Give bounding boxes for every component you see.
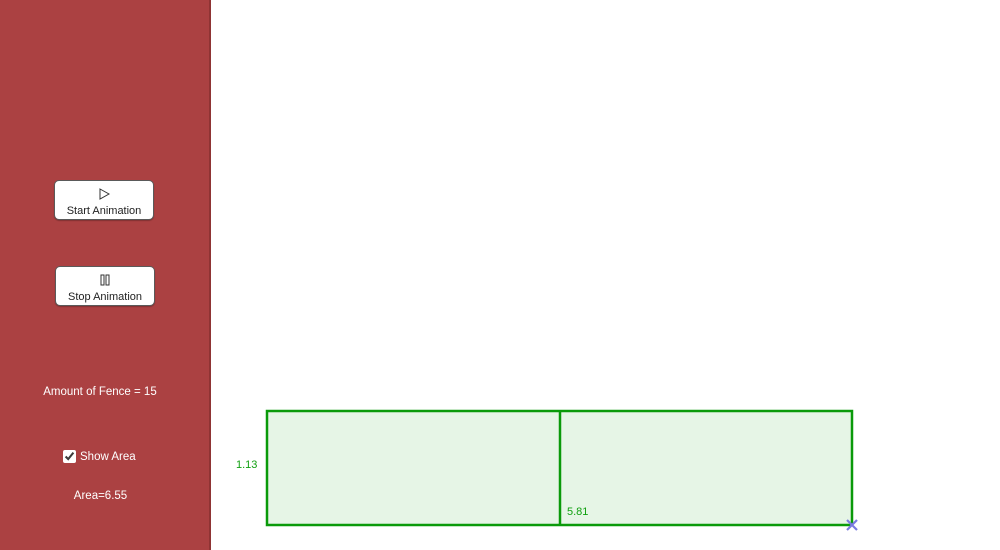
show-area-checkbox[interactable] — [63, 450, 76, 463]
start-animation-label: Start Animation — [66, 205, 142, 217]
height-label: 1.13 — [236, 459, 257, 471]
start-animation-button[interactable]: Start Animation — [54, 180, 154, 220]
geogebra-applet: Start Animation Stop Animation Amount of… — [0, 0, 1000, 550]
graphics-svg: 1.13 5.81 — [236, 409, 858, 531]
control-panel: Start Animation Stop Animation Amount of… — [0, 0, 211, 550]
stop-animation-label: Stop Animation — [68, 291, 142, 303]
graphics-view[interactable]: 1.13 5.81 — [211, 0, 1000, 550]
width-label: 5.81 — [567, 506, 588, 518]
show-area-label: Show Area — [80, 450, 136, 463]
fence-amount-text: Amount of Fence = 15 — [43, 386, 157, 398]
pause-icon — [56, 274, 154, 290]
area-value-text: Area=6.55 — [73, 490, 128, 502]
show-area-toggle[interactable]: Show Area — [63, 450, 136, 463]
play-icon — [55, 188, 153, 204]
stop-animation-button[interactable]: Stop Animation — [55, 266, 155, 306]
